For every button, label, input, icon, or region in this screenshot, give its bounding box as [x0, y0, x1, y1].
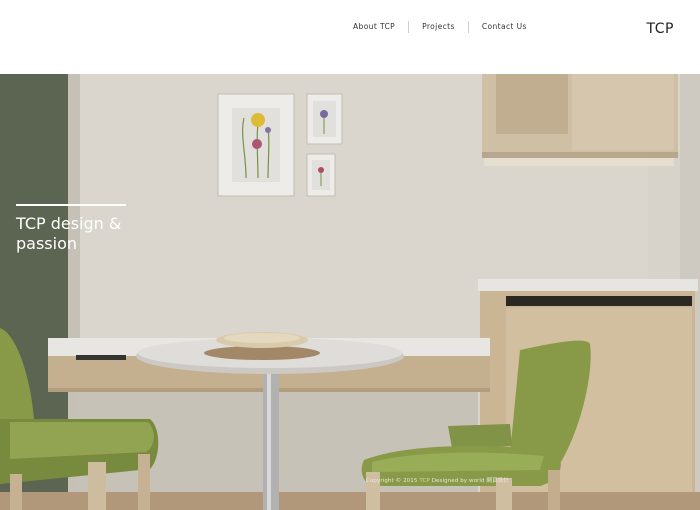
hero-tagline: TCP design & passion [16, 204, 126, 254]
nav-contact[interactable]: Contact Us [469, 21, 540, 33]
copyright-prefix: Copyright © 2015 [366, 478, 418, 484]
copyright-text: Copyright © 2015 TCP Designed by world 網… [366, 476, 509, 484]
hero-banner: TCP design & passion [0, 74, 700, 510]
copyright-brand[interactable]: TCP [419, 478, 430, 484]
main-nav: About TCP Projects Contact Us [340, 21, 540, 33]
hero-title: TCP design & passion [16, 214, 122, 253]
tagline-rule [16, 204, 126, 206]
nav-about[interactable]: About TCP [340, 21, 408, 33]
site-header: About TCP Projects Contact Us TCP [0, 0, 700, 74]
nav-projects[interactable]: Projects [409, 21, 468, 33]
site-logo[interactable]: TCP [647, 21, 674, 37]
hero-photo [0, 74, 700, 510]
copyright-suffix: Designed by world 網頁設計 [431, 478, 509, 484]
